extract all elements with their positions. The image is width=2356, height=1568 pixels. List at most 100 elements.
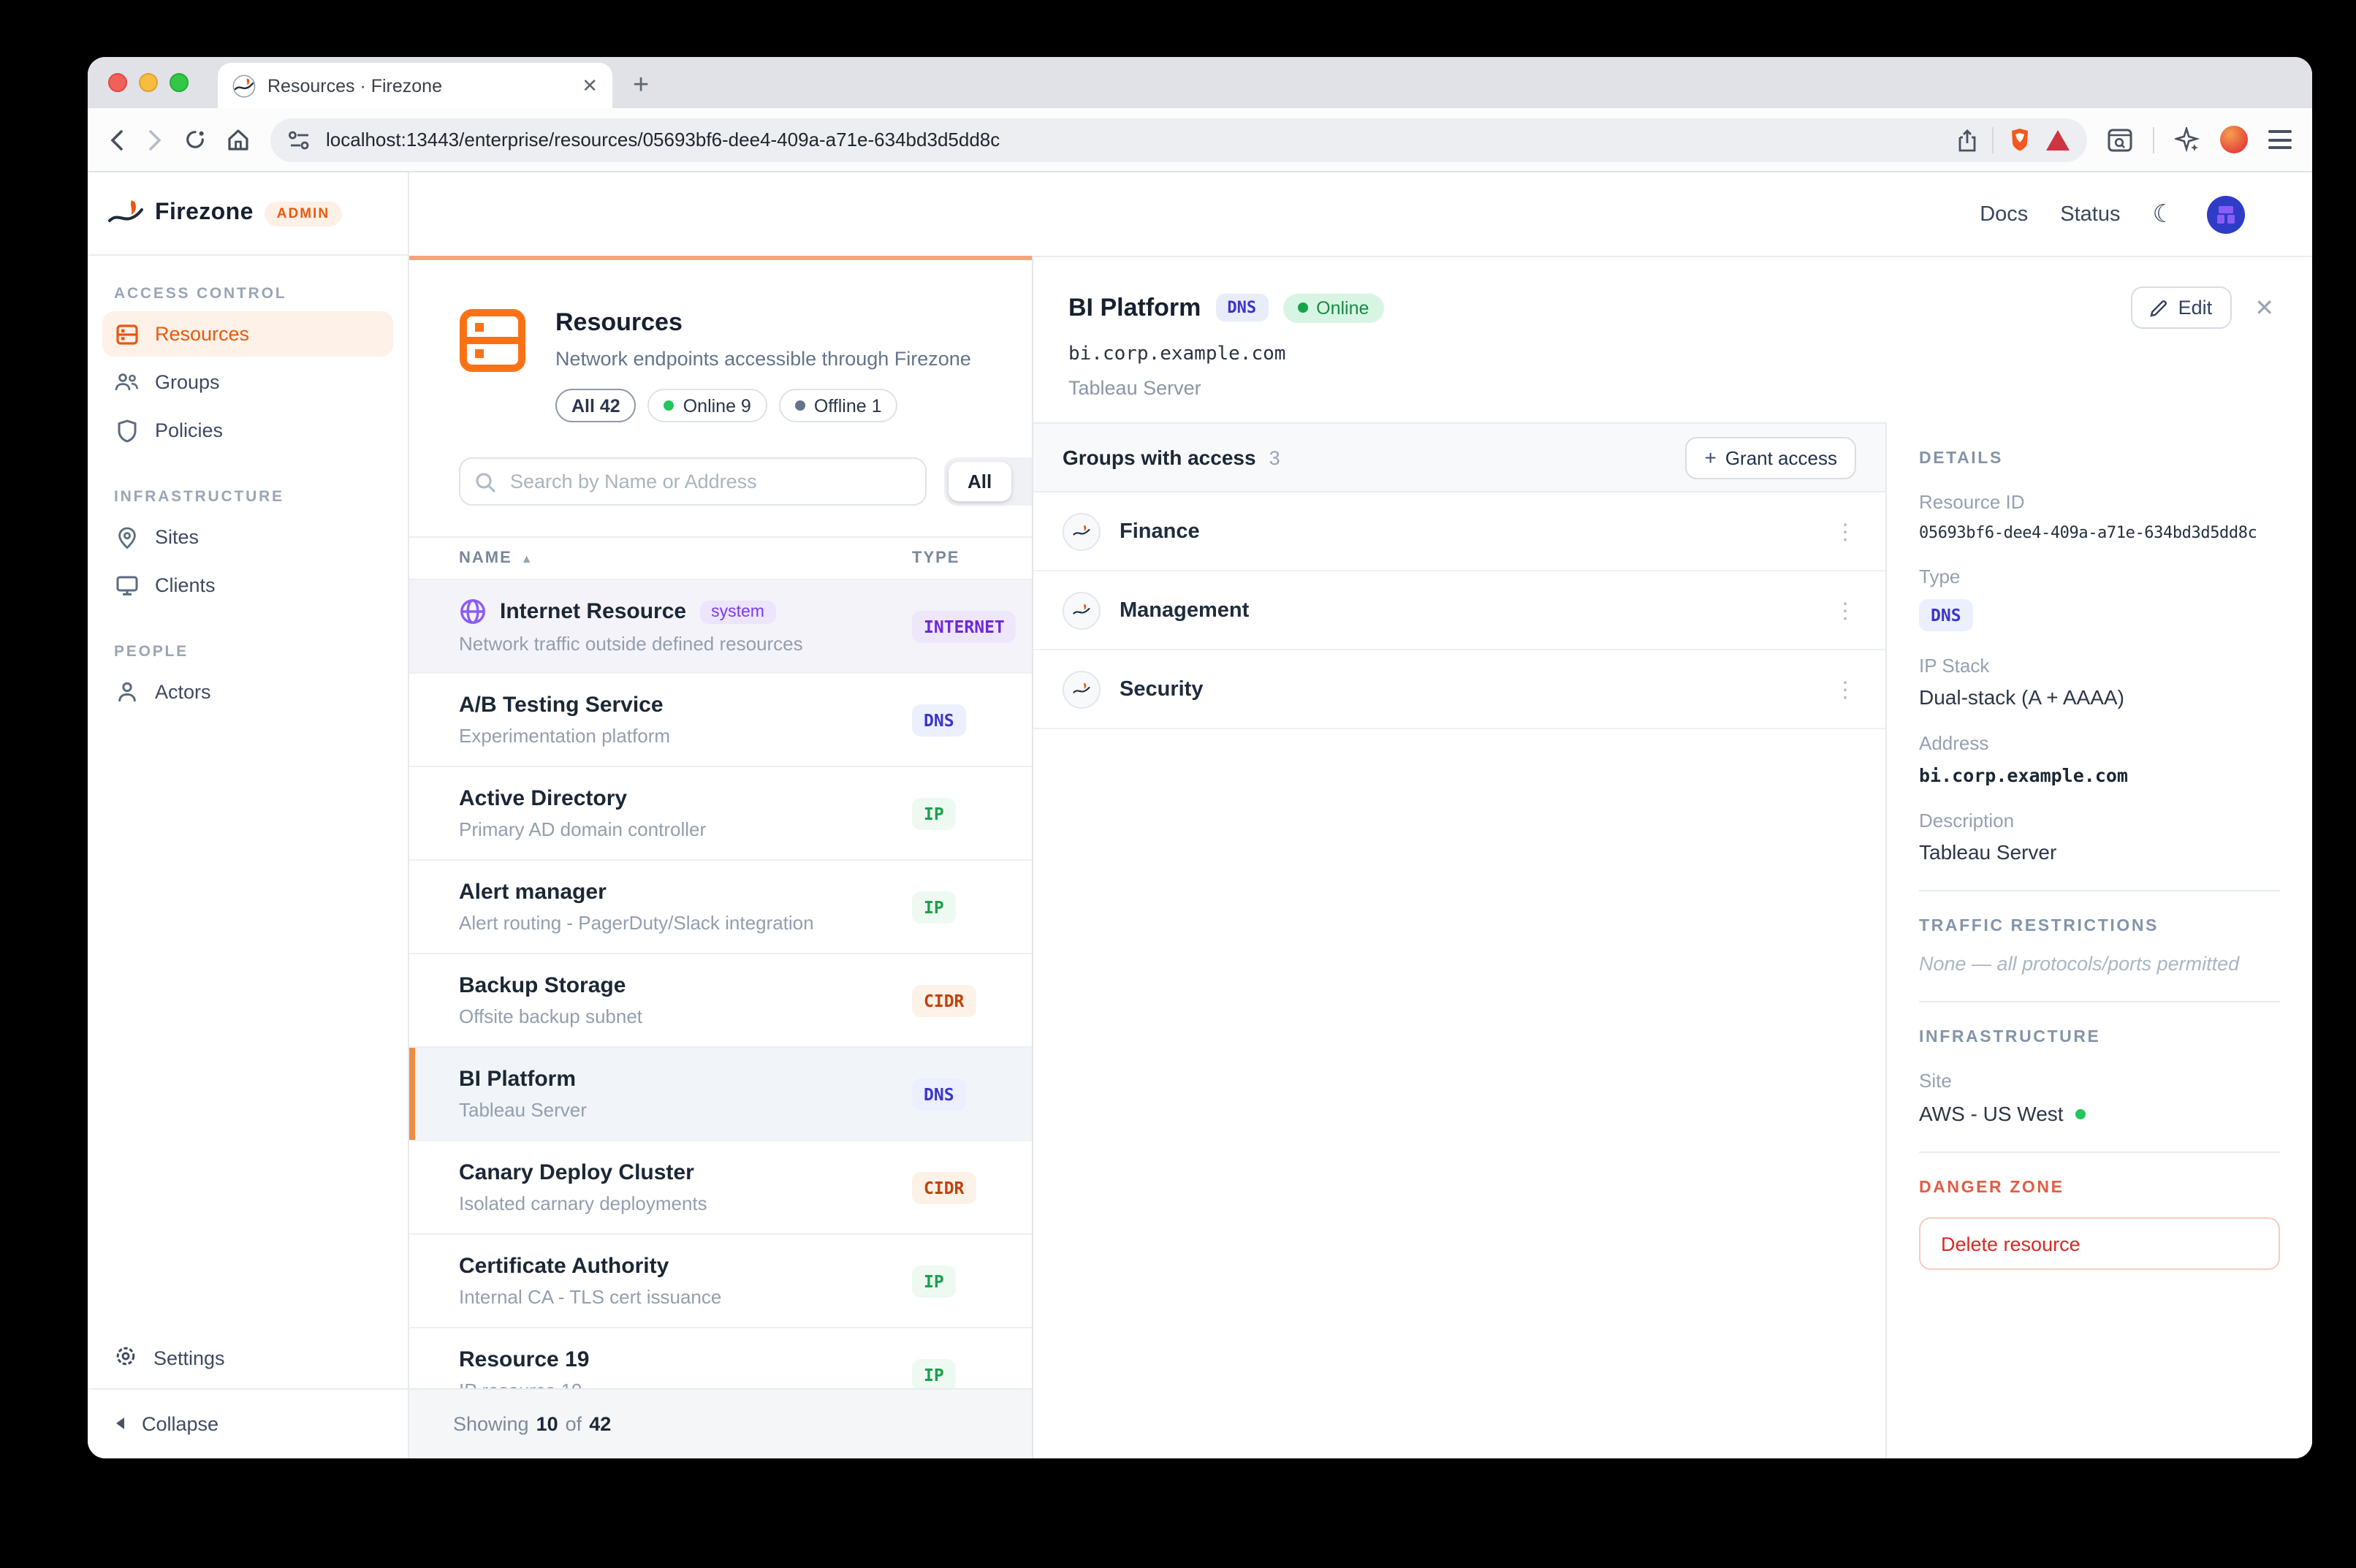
pencil-icon: [2151, 299, 2168, 316]
monitor-icon: [114, 574, 139, 596]
ip-stack-value: Dual-stack (A + AAAA): [1919, 685, 2280, 709]
sidebar-item-label: Actors: [155, 681, 211, 703]
browser-tab[interactable]: Resources · Firezone ✕: [218, 63, 612, 108]
share-icon[interactable]: [1957, 128, 1977, 151]
sidebar-item-label: Settings: [153, 1347, 225, 1369]
sidebar-collapse-button[interactable]: Collapse: [88, 1388, 408, 1458]
dark-mode-toggle-icon[interactable]: ☾: [2153, 199, 2176, 229]
forward-icon[interactable]: [146, 129, 164, 150]
group-row[interactable]: Security ⋮: [1033, 650, 1885, 729]
filter-all-pill[interactable]: All 42: [555, 389, 636, 422]
groups-header: Groups with access 3 + Grant access: [1033, 424, 1885, 492]
sort-asc-icon[interactable]: ▲: [521, 552, 534, 565]
bat-rewards-icon[interactable]: [2046, 129, 2070, 150]
grant-access-button[interactable]: + Grant access: [1685, 436, 1856, 479]
type-badge: CIDR: [912, 984, 976, 1016]
filter-offline-pill[interactable]: Offline 1: [779, 389, 898, 422]
app-content: Firezone ADMIN ACCESS CONTROL Resources: [88, 172, 2312, 1458]
type-badge: IP: [912, 1265, 956, 1297]
zoom-window-button[interactable]: [170, 73, 189, 92]
sidebar-item-label: Clients: [155, 574, 216, 596]
kebab-menu-icon[interactable]: ⋮: [1834, 518, 1856, 544]
type-badge: DNS: [912, 1078, 966, 1110]
toolbar-divider-2: [2153, 126, 2154, 153]
url-text[interactable]: localhost:13443/enterprise/resources/056…: [326, 129, 1942, 151]
type-badge: CIDR: [912, 1171, 976, 1203]
resource-id-label: Resource ID: [1919, 491, 2280, 513]
filter-online-pill[interactable]: Online 9: [648, 389, 767, 422]
toolbar-divider: [1992, 126, 1994, 153]
app-header: Docs Status ☾: [409, 172, 2312, 256]
group-row[interactable]: Finance ⋮: [1033, 492, 1885, 571]
column-name[interactable]: NAME: [459, 549, 512, 567]
resource-id-value: 05693bf6-dee4-409a-a71e-634bd3d5dd8c: [1919, 523, 2280, 542]
description-value: Tableau Server: [1919, 840, 2280, 864]
new-tab-button[interactable]: +: [633, 63, 649, 108]
sidebar-item-resources[interactable]: Resources: [102, 311, 393, 357]
site-settings-icon[interactable]: [288, 129, 311, 150]
divider: [1919, 1152, 2280, 1153]
sidebar-item-actors[interactable]: Actors: [102, 669, 393, 715]
brand-row[interactable]: Firezone ADMIN: [88, 172, 408, 256]
resources-icon: [459, 308, 526, 373]
detail-address: bi.corp.example.com: [1068, 343, 2274, 365]
close-icon[interactable]: ✕: [2254, 293, 2274, 322]
browser-window: Resources · Firezone ✕ + lo: [88, 57, 2312, 1458]
profile-avatar-icon[interactable]: [2220, 126, 2248, 153]
sidebar-item-settings[interactable]: Settings: [88, 1327, 408, 1388]
footer-of: of: [566, 1413, 582, 1435]
brave-shield-icon[interactable]: [2008, 127, 2032, 152]
group-name: Management: [1120, 598, 1249, 622]
menu-icon[interactable]: [2268, 130, 2292, 149]
close-window-button[interactable]: [108, 73, 127, 92]
groups-count: 3: [1269, 446, 1280, 468]
divider: [1919, 1001, 2280, 1002]
sidebar-item-sites[interactable]: Sites: [102, 514, 393, 560]
back-icon[interactable]: [108, 129, 126, 150]
group-avatar: [1063, 670, 1101, 708]
sidebar-search-icon[interactable]: [2108, 128, 2132, 151]
delete-resource-button[interactable]: Delete resource: [1919, 1217, 2280, 1270]
home-icon[interactable]: [227, 128, 250, 151]
group-avatar: [1063, 591, 1101, 629]
sidebar-item-label: Sites: [155, 526, 199, 548]
sidebar-item-label: Resources: [155, 323, 249, 345]
danger-zone-heading: DANGER ZONE: [1919, 1179, 2280, 1197]
search-box[interactable]: [459, 457, 927, 506]
detail-description: Tableau Server: [1068, 377, 2274, 399]
traffic-heading: TRAFFIC RESTRICTIONS: [1919, 918, 2280, 935]
brand-name: Firezone: [155, 200, 254, 227]
tab-close-icon[interactable]: ✕: [582, 74, 598, 97]
reload-icon[interactable]: [184, 129, 206, 151]
tab-strip: Resources · Firezone ✕ +: [88, 57, 2312, 108]
sidebar-item-groups[interactable]: Groups: [102, 359, 393, 405]
sidebar-item-label: Groups: [155, 371, 220, 393]
kebab-menu-icon[interactable]: ⋮: [1834, 676, 1856, 702]
groups-section: Groups with access 3 + Grant access: [1033, 422, 1885, 1458]
main-area: Docs Status ☾: [409, 172, 2312, 1458]
status-link[interactable]: Status: [2060, 202, 2120, 226]
segment-all[interactable]: All: [949, 462, 1011, 501]
address-bar[interactable]: localhost:13443/enterprise/resources/056…: [270, 118, 2087, 161]
sidebar-item-policies[interactable]: Policies: [102, 408, 393, 453]
sidebar-item-clients[interactable]: Clients: [102, 563, 393, 608]
user-avatar[interactable]: [2207, 195, 2245, 233]
group-avatar: [1063, 512, 1101, 550]
detail-header: BI Platform DNS Online Edit ✕: [1033, 257, 2312, 422]
nav-section-people: PEOPLE: [102, 631, 393, 669]
person-icon: [114, 681, 139, 703]
minimize-window-button[interactable]: [139, 73, 158, 92]
kebab-menu-icon[interactable]: ⋮: [1834, 597, 1856, 623]
groups-icon: [114, 371, 139, 393]
page-subtitle: Network endpoints accessible through Fir…: [555, 348, 971, 370]
group-row[interactable]: Management ⋮: [1033, 571, 1885, 650]
offline-dot: [795, 400, 805, 411]
leo-ai-sparkle-icon[interactable]: [2175, 127, 2200, 152]
edit-button[interactable]: Edit: [2132, 286, 2232, 329]
search-input[interactable]: [507, 469, 911, 494]
docs-link[interactable]: Docs: [1980, 202, 2028, 226]
site-value[interactable]: AWS - US West: [1919, 1102, 2280, 1125]
resource-detail-panel: BI Platform DNS Online Edit ✕: [1032, 256, 2312, 1458]
firezone-logo-icon: [108, 196, 143, 231]
details-heading: DETAILS: [1919, 450, 2280, 468]
